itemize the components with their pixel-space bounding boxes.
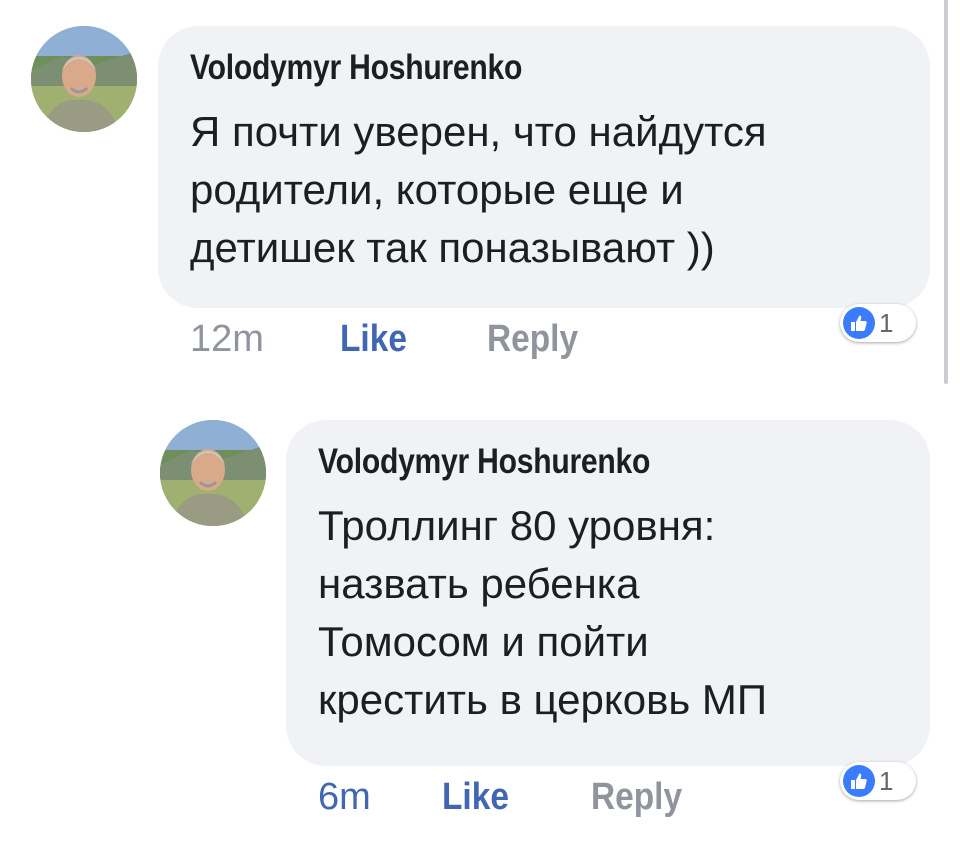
comment-timestamp: 6m bbox=[318, 776, 371, 818]
reply-button[interactable]: Reply bbox=[591, 776, 682, 819]
comment-text: Троллинг 80 уровня: назвать ребенка Томо… bbox=[318, 497, 767, 729]
comment-thread: Volodymyr Hoshurenko Я почти уверен, что… bbox=[0, 0, 960, 845]
comment-author[interactable]: Volodymyr Hoshurenko bbox=[318, 442, 650, 482]
comment-actions: 6m Like Reply bbox=[318, 776, 798, 826]
comment-line: крестить в церковь МП bbox=[318, 676, 768, 723]
comment-line: назвать ребенка bbox=[318, 560, 640, 607]
like-button[interactable]: Like bbox=[442, 776, 509, 819]
avatar[interactable] bbox=[160, 420, 266, 526]
thumbs-up-icon bbox=[843, 765, 875, 797]
comment-reply: Volodymyr Hoshurenko Троллинг 80 уровня:… bbox=[0, 0, 960, 845]
comment-line: Томосом и пойти bbox=[318, 618, 649, 665]
comment-line: Троллинг 80 уровня: bbox=[318, 502, 716, 549]
reaction-summary[interactable]: 1 bbox=[840, 762, 916, 800]
reaction-count: 1 bbox=[879, 765, 894, 796]
avatar-photo bbox=[160, 420, 266, 526]
